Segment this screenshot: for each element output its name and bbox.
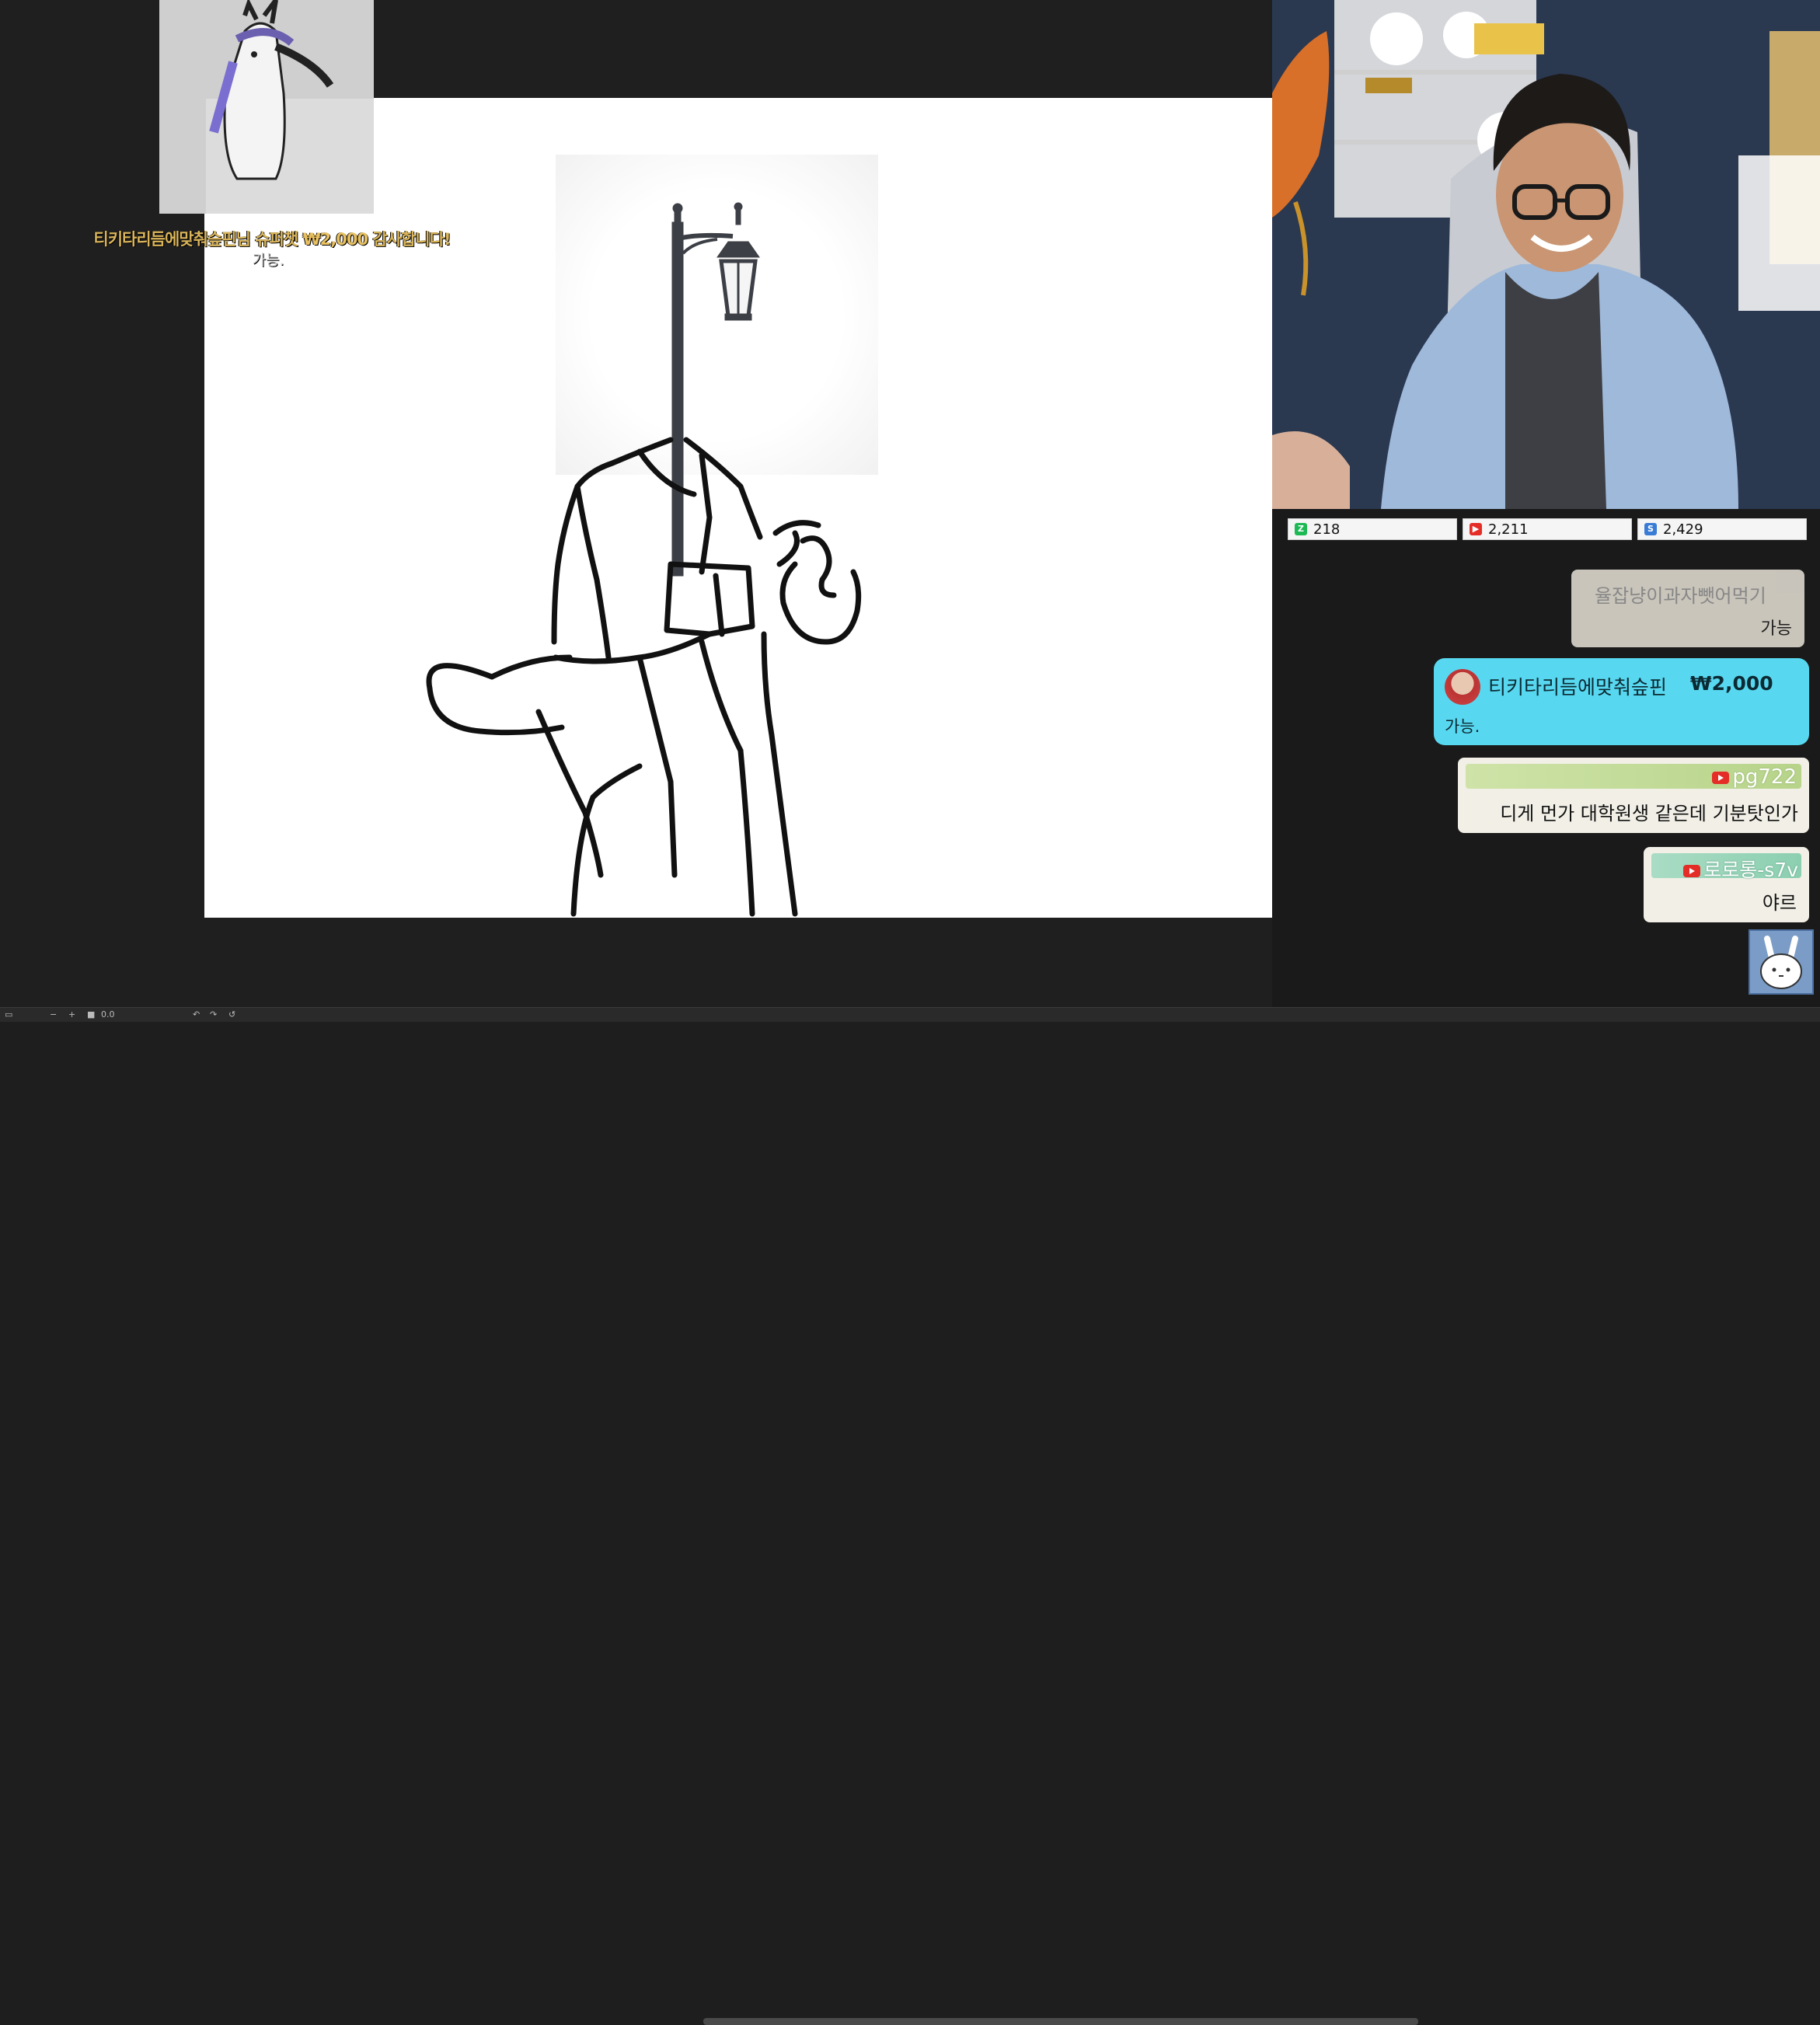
navigator-button[interactable]: ▭: [5, 1009, 12, 1019]
viewer-stats-bar: Z 218 ▶ 2,211 S 2,429: [1272, 509, 1820, 548]
chat-username: 로로롱-s7v: [1703, 859, 1798, 881]
stat-chzzk: Z 218: [1288, 518, 1457, 540]
donation-alert-message: 가능.: [252, 252, 284, 269]
stat-soop: S 2,429: [1637, 518, 1807, 540]
youtube-icon: ▶: [1470, 523, 1482, 535]
chzzk-icon: Z: [1295, 523, 1307, 535]
stat-value: 2,211: [1488, 521, 1529, 538]
reset-rotation-icon[interactable]: ↺: [228, 1009, 235, 1019]
chat-message: 로로롱-s7v 야르: [1644, 847, 1809, 922]
stat-value: 218: [1313, 521, 1341, 538]
horizontal-scrollbar[interactable]: [703, 2018, 1418, 2025]
chat-text: 야르: [1762, 892, 1797, 914]
chat-username: 율잡냥이과자뺏어먹기: [1595, 585, 1766, 607]
chat-username-row: 로로롱-s7v: [1683, 855, 1798, 883]
zoom-value[interactable]: 0.0: [101, 1009, 115, 1019]
sketch-drawing: [426, 202, 862, 917]
streamer-webcam-image: [1272, 0, 1820, 509]
soop-icon: S: [1644, 523, 1657, 535]
chat-message: 율잡냥이과자뺏어먹기 가능: [1571, 570, 1804, 647]
canvas-toolbar: ▭ − + ■ 0.0 ↶ ↷ ↺: [0, 1007, 1820, 2025]
chat-text: 가능.: [1445, 717, 1480, 736]
mascot-character-icon: [206, 0, 374, 214]
chat-username: pg722: [1732, 765, 1797, 789]
webcam-feed: [1272, 0, 1820, 509]
donation-alert-image: [159, 0, 374, 214]
avatar: [1445, 669, 1480, 705]
bunny-mascot-icon: [1749, 929, 1814, 995]
chat-text: 가능: [1760, 619, 1792, 639]
chat-text: 디게 먼가 대학원생 같은데 기분탓인가: [1500, 803, 1798, 824]
donation-alert-text: 티키타리듬에맞춰슾핀님 슈퍼챗 ₩2,000 감사합니다!: [93, 230, 451, 249]
chat-message: pg722 디게 먼가 대학원생 같은데 기분탓인가: [1458, 758, 1809, 833]
youtube-icon: [1712, 771, 1730, 784]
chat-username: 티키타리듬에맞춰슾핀: [1488, 676, 1668, 699]
zoom-out-button[interactable]: −: [50, 1009, 57, 1019]
chat-username-row: pg722: [1712, 765, 1797, 789]
youtube-icon: [1683, 865, 1701, 877]
stat-value: 2,429: [1663, 521, 1703, 538]
stat-youtube: ▶ 2,211: [1463, 518, 1632, 540]
chat-donation-message: 티키타리듬에맞춰슾핀 ₩2,000 가능.: [1434, 658, 1809, 745]
zoom-in-button[interactable]: +: [68, 1009, 75, 1019]
drawing-canvas[interactable]: [204, 98, 1272, 918]
fit-button[interactable]: ■: [87, 1009, 95, 1019]
donation-amount: ₩2,000: [1690, 672, 1773, 695]
rotate-left-icon[interactable]: ↶: [193, 1009, 200, 1019]
rotate-right-icon[interactable]: ↷: [210, 1009, 217, 1019]
